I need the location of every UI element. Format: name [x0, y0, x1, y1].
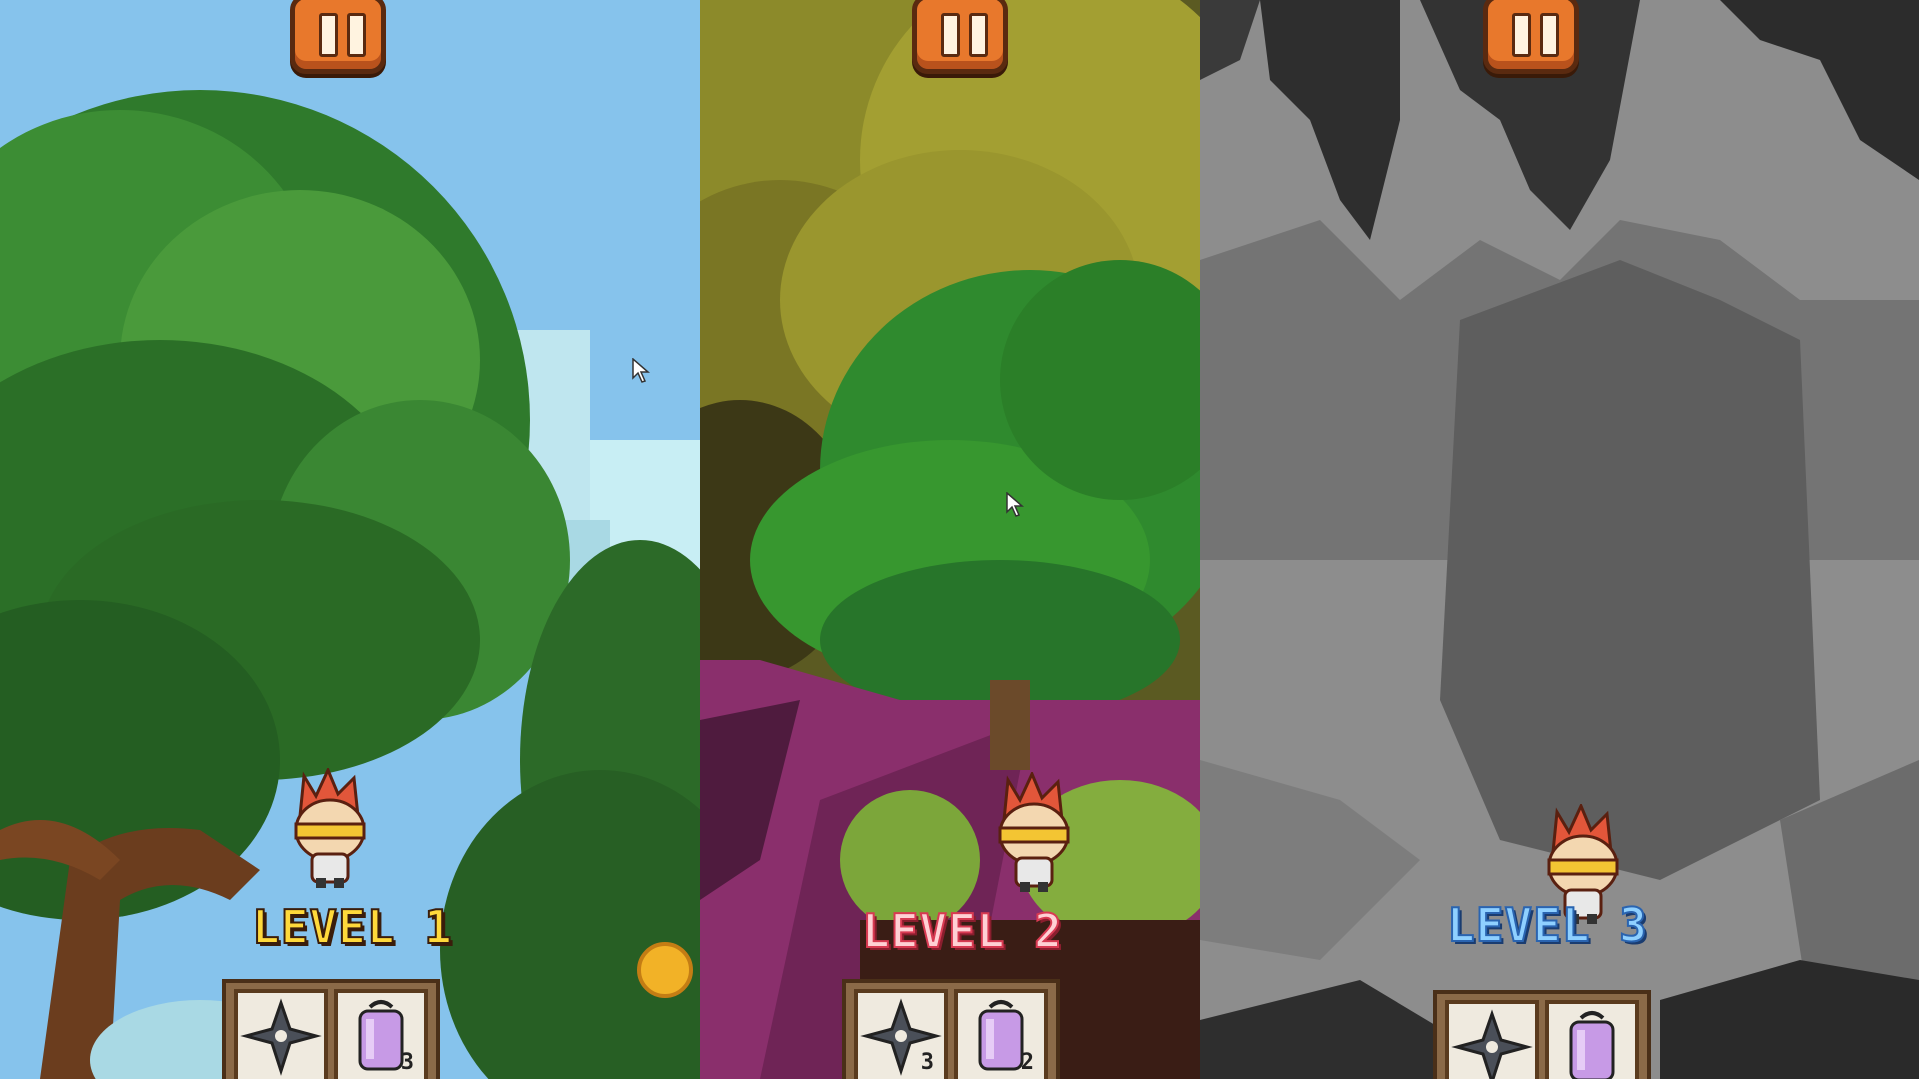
ninja-character	[998, 772, 1070, 892]
level-label: LEVEL 2	[861, 903, 1063, 959]
shuriken-slot[interactable]	[1445, 1000, 1539, 1079]
ninja-character	[294, 768, 366, 888]
item-bar: 3 2	[842, 979, 1060, 1079]
level-1-panel: LEVEL 1 3	[0, 0, 700, 1079]
item-bar: 3	[222, 979, 440, 1079]
level-2-panel: LEVEL 2 3 2	[700, 0, 1200, 1079]
potion-slot[interactable]: 3	[334, 989, 428, 1079]
shuriken-count: 3	[920, 1050, 934, 1075]
potion-slot[interactable]: 2	[954, 989, 1048, 1079]
game-screen: LEVEL 1 3 LEVEL 2 3 2 LEVEL 3	[0, 0, 1919, 1079]
potion-count: 3	[400, 1050, 414, 1075]
shuriken-icon	[240, 998, 322, 1076]
mouse-cursor-icon	[632, 358, 650, 383]
potion-jar-icon	[1569, 1011, 1615, 1079]
shuriken-icon	[1451, 1009, 1533, 1079]
potion-count: 2	[1020, 1050, 1034, 1075]
shuriken-slot[interactable]	[234, 989, 328, 1079]
mouse-cursor-icon	[1006, 492, 1024, 517]
level-3-panel: LEVEL 3	[1200, 0, 1919, 1079]
pause-button[interactable]	[290, 0, 386, 74]
level-label: LEVEL 1	[251, 899, 453, 955]
potion-slot[interactable]	[1545, 1000, 1639, 1079]
pause-icon	[941, 13, 960, 57]
level-label: LEVEL 3	[1446, 897, 1648, 953]
pause-icon	[319, 13, 338, 57]
shuriken-slot[interactable]: 3	[854, 989, 948, 1079]
item-bar	[1433, 990, 1651, 1079]
pause-button[interactable]	[1483, 0, 1579, 74]
pause-icon	[1512, 13, 1531, 57]
pause-button[interactable]	[912, 0, 1008, 74]
